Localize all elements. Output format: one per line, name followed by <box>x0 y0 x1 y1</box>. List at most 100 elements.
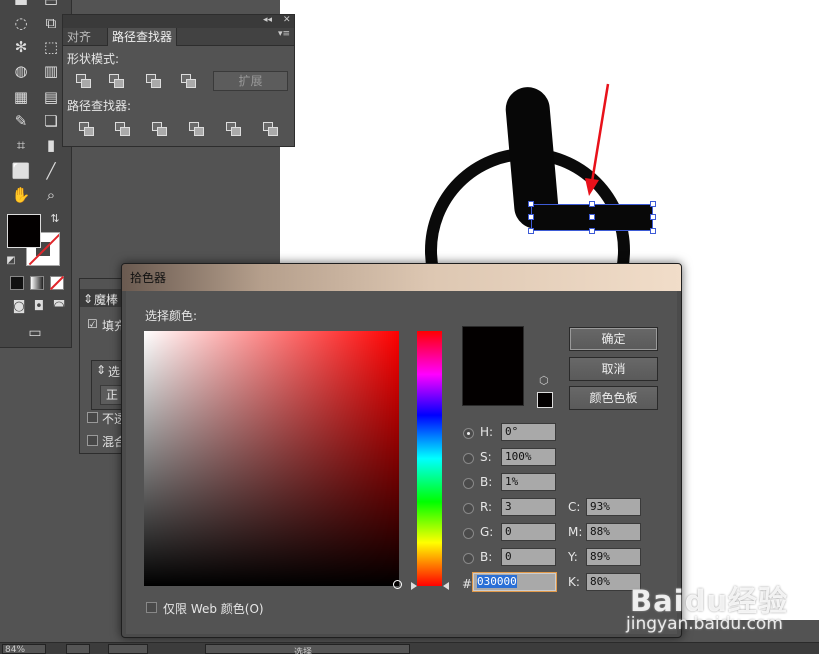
hand-tool-icon[interactable]: ✋ <box>10 184 32 206</box>
green-radio[interactable] <box>463 528 474 539</box>
hue-slider[interactable] <box>417 331 442 586</box>
red-field[interactable]: 3 <box>501 498 556 516</box>
subpanel-expand-icon[interactable]: ⇕ <box>96 363 106 377</box>
hue-field[interactable]: 0° <box>501 423 556 441</box>
brightness-field[interactable]: 1% <box>501 473 556 491</box>
draw-inside-icon[interactable]: ◚ <box>48 296 70 318</box>
intersect-button[interactable] <box>146 74 162 88</box>
selection-handle[interactable] <box>528 228 534 234</box>
draw-normal-icon[interactable]: ◙ <box>8 296 30 318</box>
first-artboard-button[interactable] <box>66 644 90 654</box>
close-panel-icon[interactable]: ✕ <box>283 15 291 25</box>
zoom-field[interactable]: 84% <box>2 644 46 654</box>
default-fill-stroke-icon[interactable]: ◩ <box>0 250 22 272</box>
hue-radio[interactable] <box>463 428 474 439</box>
saturation-field[interactable]: 100% <box>501 448 556 466</box>
color-mode-icon[interactable] <box>10 276 24 290</box>
puppet-warp-tool-icon[interactable]: ✻ <box>10 36 32 58</box>
magenta-field[interactable]: 88% <box>586 523 641 541</box>
selection-handle[interactable] <box>589 201 595 207</box>
web-colors-only-checkbox[interactable] <box>146 602 157 613</box>
gradient-tool-icon[interactable]: ▤ <box>40 86 62 108</box>
selection-tool-icon[interactable]: ▬ <box>10 0 32 12</box>
lasso-tool-icon[interactable]: ◌ <box>10 12 32 34</box>
panel-expand-icon[interactable]: ⇕ <box>83 292 93 306</box>
color-swatches-button[interactable]: 颜色色板 <box>569 386 658 410</box>
hex-field[interactable]: 030000 <box>473 573 556 591</box>
blue-radio[interactable] <box>463 553 474 564</box>
artboard-crop-tool-icon[interactable]: ⬜ <box>10 160 32 182</box>
fill-checkbox[interactable]: ☑ <box>87 317 98 331</box>
selection-handle[interactable] <box>528 214 534 220</box>
hue-slider-left-arrow[interactable] <box>411 582 417 590</box>
merge-button[interactable] <box>152 122 168 136</box>
magenta-label: M: <box>568 525 583 539</box>
collapse-panel-icon[interactable]: ◂◂ <box>263 15 272 25</box>
unite-button[interactable] <box>76 74 92 88</box>
crop-button[interactable] <box>189 122 205 136</box>
graph-tool-icon[interactable]: ▥ <box>40 60 62 82</box>
exclude-button[interactable] <box>181 74 197 88</box>
column-graph-tool-icon[interactable]: ▮ <box>40 134 62 156</box>
panel-titlebar[interactable]: ◂◂ ✕ <box>63 15 294 28</box>
panel-tabs: 对齐 路径查找器 <box>63 28 294 46</box>
slice-tool-icon[interactable]: ╱ <box>40 160 62 182</box>
zoom-tool-icon[interactable]: ⌕ <box>40 184 62 206</box>
none-mode-icon[interactable] <box>49 275 65 291</box>
blend-tool-icon[interactable]: ❏ <box>40 110 62 132</box>
saturation-label: S: <box>480 450 492 464</box>
out-of-gamut-cube-icon[interactable]: ⬡ <box>539 374 549 387</box>
symbol-sprayer-tool-icon[interactable]: ⌗ <box>10 134 32 156</box>
gradient-mode-icon[interactable] <box>30 276 44 290</box>
eyedropper-tool-icon[interactable]: ✎ <box>10 110 32 132</box>
fill-swatch[interactable] <box>7 214 41 248</box>
selection-handle[interactable] <box>528 201 534 207</box>
tab-pathfinder[interactable]: 路径查找器 <box>107 28 178 46</box>
outline-button[interactable] <box>226 122 242 136</box>
status-tool-label: 选择 <box>294 648 313 654</box>
saturation-brightness-field[interactable] <box>144 331 399 586</box>
blue-field[interactable]: 0 <box>501 548 556 566</box>
swap-fill-stroke-icon[interactable]: ⇅ <box>44 208 66 230</box>
selection-handle[interactable] <box>589 228 595 234</box>
trim-button[interactable] <box>115 122 131 136</box>
ok-button[interactable]: 确定 <box>569 327 658 351</box>
brightness-label: B: <box>480 475 493 489</box>
panel-menu-icon[interactable]: ▾≡ <box>278 29 290 39</box>
hue-label: H: <box>480 425 494 439</box>
divide-button[interactable] <box>79 122 95 136</box>
minus-front-button[interactable] <box>109 74 125 88</box>
hue-slider-right-arrow[interactable] <box>443 582 449 590</box>
direct-selection-tool-icon[interactable]: ▭ <box>40 0 62 12</box>
selection-handle[interactable] <box>650 201 656 207</box>
blend-checkbox[interactable] <box>87 435 98 446</box>
selection-handle[interactable] <box>650 228 656 234</box>
minus-back-button[interactable] <box>263 122 279 136</box>
expand-button[interactable]: 扩展 <box>213 71 288 91</box>
free-transform-tool-icon[interactable]: ⬚ <box>40 36 62 58</box>
opacity-checkbox[interactable] <box>87 412 98 423</box>
artboard-number-field[interactable] <box>108 644 148 654</box>
mesh-tool-icon[interactable]: ▦ <box>10 86 32 108</box>
blue-label: B: <box>480 550 493 564</box>
cyan-field[interactable]: 93% <box>586 498 641 516</box>
subpanel-label: 选 <box>108 365 121 379</box>
status-tool-field[interactable]: 选择 <box>205 644 410 654</box>
yellow-field[interactable]: 89% <box>586 548 641 566</box>
green-field[interactable]: 0 <box>501 523 556 541</box>
tab-align[interactable]: 对齐 <box>63 28 95 46</box>
red-radio[interactable] <box>463 503 474 514</box>
dialog-titlebar[interactable]: 拾色器 <box>122 264 681 291</box>
artboard-tool-icon[interactable]: ⧉ <box>40 12 62 34</box>
brightness-radio[interactable] <box>463 478 474 489</box>
cancel-button[interactable]: 取消 <box>569 357 658 381</box>
shape-modes-label: 形状模式: <box>67 52 120 66</box>
color-marker[interactable] <box>393 580 402 589</box>
shape-builder-tool-icon[interactable]: ◍ <box>10 60 32 82</box>
screen-mode-icon[interactable]: ▭ <box>24 322 46 344</box>
draw-behind-icon[interactable]: ◘ <box>28 296 50 318</box>
hex-value: 030000 <box>477 575 517 588</box>
gamut-color-swatch[interactable] <box>537 392 553 408</box>
selection-handle[interactable] <box>650 214 656 220</box>
saturation-radio[interactable] <box>463 453 474 464</box>
